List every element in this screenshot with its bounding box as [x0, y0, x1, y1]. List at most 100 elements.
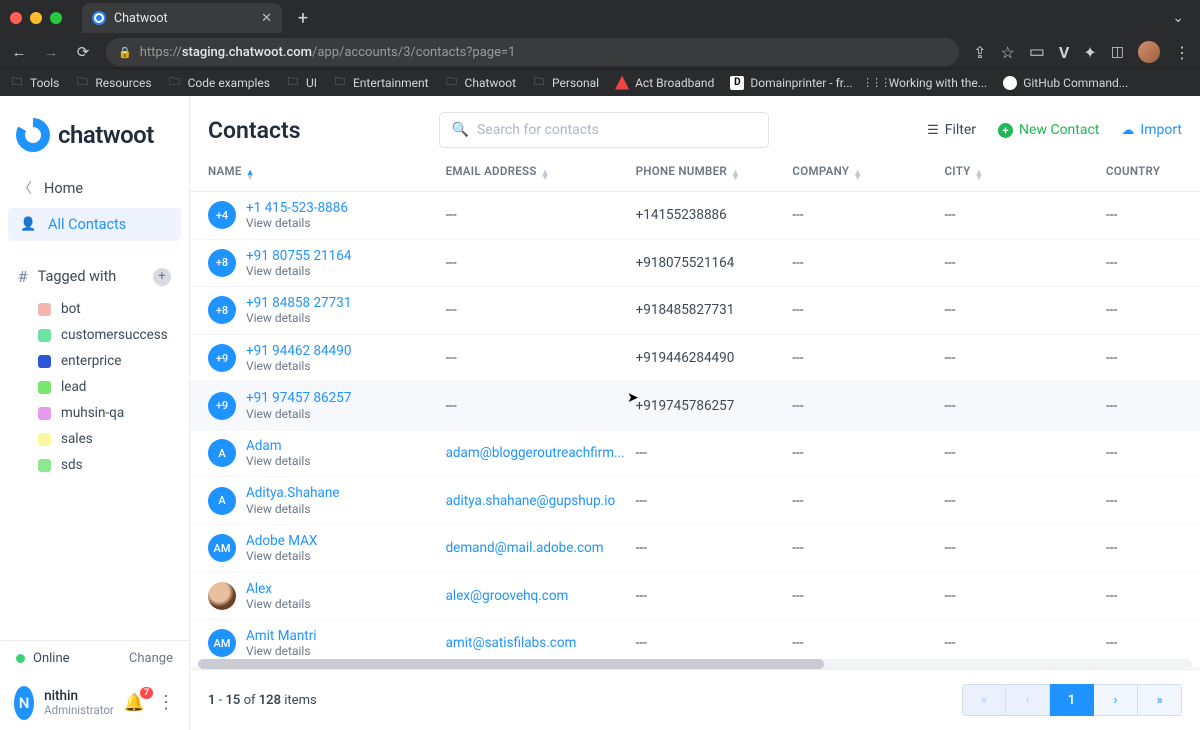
contact-email[interactable]: aditya.shahane@gupshup.io: [446, 493, 636, 509]
view-details-link[interactable]: View details: [246, 454, 311, 468]
app-logo[interactable]: chatwoot: [16, 118, 173, 152]
contact-name-link[interactable]: Amit Mantri: [246, 628, 317, 644]
page-next-button[interactable]: ›: [1094, 684, 1138, 716]
bookmark-item[interactable]: 🗀Entertainment: [333, 76, 429, 90]
page-first-button[interactable]: «: [962, 684, 1006, 716]
contact-name-link[interactable]: +91 94462 84490: [246, 343, 351, 359]
sidebar-tag-item[interactable]: muhsin-qa: [0, 400, 189, 426]
sidebar-home-link[interactable]: 〈 Home: [0, 170, 189, 206]
minimize-window-icon[interactable]: [30, 12, 42, 24]
browser-menu-icon[interactable]: ⋮: [1174, 43, 1190, 62]
new-tab-button[interactable]: +: [290, 8, 316, 29]
table-row[interactable]: AAdamView detailsadam@bloggeroutreachfir…: [190, 430, 1200, 478]
column-header-phone[interactable]: PHONE NUMBER▲▼: [636, 164, 793, 181]
bookmark-item[interactable]: GitHub Command...: [1003, 76, 1128, 90]
contact-email[interactable]: alex@groovehq.com: [446, 588, 636, 604]
contact-email[interactable]: amit@satisfilabs.com: [446, 635, 636, 651]
table-row[interactable]: +9+91 94462 84490View details---+9194462…: [190, 335, 1200, 383]
sidebar-tag-item[interactable]: sds: [0, 452, 189, 478]
maximize-window-icon[interactable]: [50, 12, 62, 24]
column-header-email[interactable]: EMAIL ADDRESS▲▼: [446, 164, 636, 181]
contact-name-link[interactable]: +91 84858 27731: [246, 295, 351, 311]
search-contacts-input[interactable]: 🔍 Search for contacts: [439, 112, 769, 148]
view-details-link[interactable]: View details: [246, 264, 351, 278]
table-row[interactable]: AMAdobe MAXView detailsdemand@mail.adobe…: [190, 525, 1200, 573]
reader-mode-icon[interactable]: ▭: [1029, 42, 1045, 62]
contact-name-link[interactable]: Adam: [246, 438, 311, 454]
bookmark-item[interactable]: Act Broadband: [615, 76, 714, 90]
share-icon[interactable]: ⇪: [973, 43, 986, 62]
contact-name-link[interactable]: +91 97457 86257: [246, 390, 351, 406]
extensions-puzzle-icon[interactable]: ✦: [1083, 43, 1096, 62]
contact-email[interactable]: adam@bloggeroutreachfirm...: [446, 445, 636, 461]
view-details-link[interactable]: View details: [246, 359, 351, 373]
notifications-bell-icon[interactable]: 🔔7: [124, 693, 145, 713]
bookmark-item[interactable]: DDomainprinter - fr...: [730, 76, 852, 90]
reload-icon[interactable]: ⟳: [74, 43, 92, 61]
sidebar-tag-item[interactable]: lead: [0, 374, 189, 400]
tag-label: muhsin-qa: [61, 405, 124, 421]
table-row[interactable]: +4+1 415-523-8886View details---+1415523…: [190, 192, 1200, 240]
horizontal-scrollbar[interactable]: [198, 659, 1192, 669]
view-details-link[interactable]: View details: [246, 216, 348, 230]
bookmark-item[interactable]: 🗀Resources: [75, 76, 151, 90]
column-header-country[interactable]: COUNTRY: [1106, 164, 1182, 181]
view-details-link[interactable]: View details: [246, 644, 317, 658]
table-row[interactable]: +8+91 80755 21164View details---+9180755…: [190, 240, 1200, 288]
column-header-company[interactable]: COMPANY▲▼: [792, 164, 944, 181]
sidebar-tag-item[interactable]: customersuccess: [0, 322, 189, 348]
bookmark-item[interactable]: 🗀Chatwoot: [445, 76, 517, 90]
tab-overflow-icon[interactable]: ⌄: [1166, 10, 1190, 26]
contact-name-link[interactable]: Adobe MAX: [246, 533, 317, 549]
bookmark-item[interactable]: 🗀Personal: [532, 76, 599, 90]
close-tab-icon[interactable]: ✕: [261, 11, 272, 26]
contact-phone: ---: [636, 588, 793, 604]
sidebar-all-contacts[interactable]: 👤 All Contacts: [8, 208, 181, 241]
bookmark-label: Working with the...: [889, 76, 988, 90]
table-row[interactable]: +8+91 84858 27731View details---+9184858…: [190, 287, 1200, 335]
page-current[interactable]: 1: [1050, 684, 1094, 716]
extension-v-icon[interactable]: V: [1059, 43, 1069, 62]
bookmark-item[interactable]: 🗀Code examples: [168, 76, 270, 90]
view-details-link[interactable]: View details: [246, 502, 340, 516]
user-avatar[interactable]: N: [14, 686, 34, 720]
column-header-city[interactable]: CITY▲▼: [944, 164, 1106, 181]
window-controls[interactable]: [10, 12, 62, 24]
contact-name-link[interactable]: Alex: [246, 581, 311, 597]
bookmark-item[interactable]: ⋮⋮⋮Working with the...: [869, 76, 988, 90]
profile-avatar-icon[interactable]: [1138, 41, 1160, 63]
bookmark-item[interactable]: 🗀UI: [286, 76, 317, 90]
side-panel-icon[interactable]: ◫: [1111, 44, 1124, 60]
scrollbar-thumb[interactable]: [198, 659, 824, 669]
sidebar-tag-item[interactable]: enterprice: [0, 348, 189, 374]
view-details-link[interactable]: View details: [246, 597, 311, 611]
view-details-link[interactable]: View details: [246, 407, 351, 421]
browser-tab[interactable]: Chatwoot ✕: [82, 3, 282, 33]
new-contact-button[interactable]: + New Contact: [998, 122, 1099, 138]
table-row[interactable]: +9+91 97457 86257View details---+9197457…: [190, 382, 1200, 430]
contact-name-link[interactable]: Aditya.Shahane: [246, 485, 340, 501]
close-window-icon[interactable]: [10, 12, 22, 24]
import-button[interactable]: ☁ Import: [1121, 122, 1182, 138]
sidebar-tag-item[interactable]: sales: [0, 426, 189, 452]
view-details-link[interactable]: View details: [246, 549, 317, 563]
column-header-name[interactable]: NAME▲▼: [208, 164, 446, 181]
view-details-link[interactable]: View details: [246, 311, 351, 325]
address-bar[interactable]: 🔒 https://staging.chatwoot.com/app/accou…: [106, 38, 959, 66]
change-status-link[interactable]: Change: [129, 651, 173, 666]
contact-email[interactable]: demand@mail.adobe.com: [446, 540, 636, 556]
bookmark-star-icon[interactable]: ☆: [1001, 43, 1015, 62]
page-prev-button[interactable]: ‹: [1006, 684, 1050, 716]
contact-country: ---: [1106, 207, 1182, 223]
filter-button[interactable]: ☰ Filter: [927, 122, 976, 138]
page-last-button[interactable]: »: [1138, 684, 1182, 716]
back-icon[interactable]: ←: [10, 43, 28, 61]
bookmark-item[interactable]: 🗀Tools: [10, 76, 59, 90]
add-tag-button[interactable]: +: [153, 268, 171, 286]
contact-name-link[interactable]: +1 415-523-8886: [246, 200, 348, 216]
contact-name-link[interactable]: +91 80755 21164: [246, 248, 351, 264]
table-row[interactable]: AAditya.ShahaneView detailsaditya.shahan…: [190, 477, 1200, 525]
sidebar-tag-item[interactable]: bot: [0, 296, 189, 322]
table-row[interactable]: AlexView detailsalex@groovehq.com-------…: [190, 573, 1200, 621]
user-menu-icon[interactable]: ⋮: [157, 699, 175, 706]
